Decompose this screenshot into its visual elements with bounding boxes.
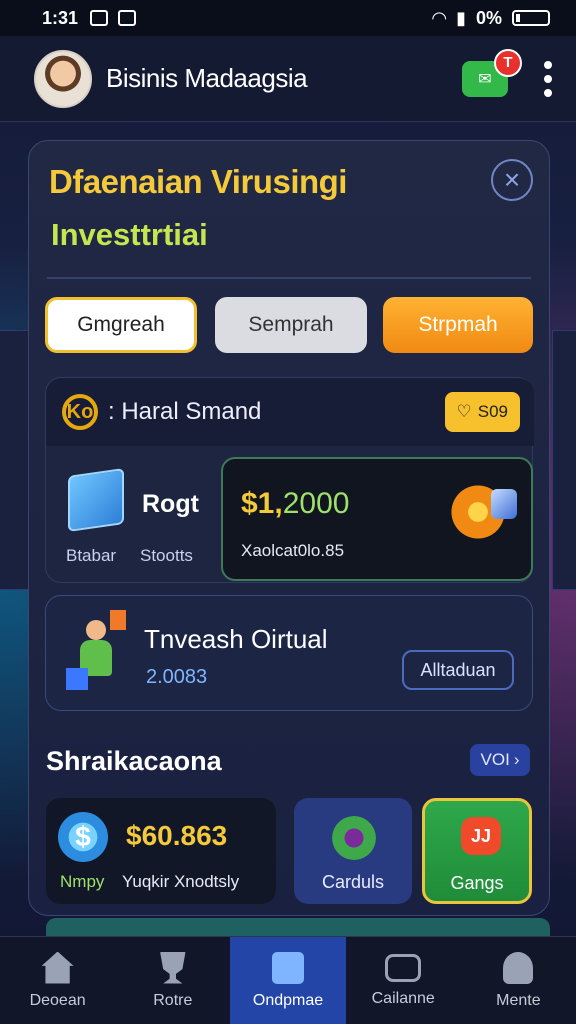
app-bar: Bisinis Madaagsia ✉ T — [0, 36, 576, 122]
nav-label: Ondpmae — [252, 991, 324, 1009]
signal-icon: ▮ — [456, 7, 466, 28]
nav-label: Cailanne — [371, 989, 435, 1007]
close-icon: × — [503, 164, 521, 195]
gangs-label: Gangs — [450, 873, 504, 893]
chat-bubble-icon: JJ — [461, 817, 501, 855]
nav-item-mente[interactable]: Mente — [461, 937, 576, 1024]
notification-badge: T — [494, 48, 522, 77]
cog-icon — [332, 816, 376, 860]
asset-sub-2: Stootts — [140, 546, 193, 565]
nav-item-rotre[interactable]: Rotre — [115, 937, 230, 1024]
favorite-pill[interactable]: ♡ S09 — [444, 392, 520, 432]
chevron-right-icon: › — [513, 750, 520, 769]
status-time: 1:31 — [42, 7, 79, 28]
summary-card-cards[interactable]: Carduls — [294, 798, 412, 904]
cards-label: Carduls — [321, 872, 385, 892]
favorite-value: S09 — [477, 402, 508, 421]
nav-label: Deoean — [29, 991, 86, 1009]
investment-title: Tnveash Oirtual — [144, 624, 328, 654]
heart-icon: ♡ — [456, 402, 472, 421]
summary-card-balance[interactable]: $ $60.863 Nmpy Yuqkir Xnodtsly — [46, 798, 276, 904]
panel-subtitle: Investtrtiai — [51, 217, 208, 252]
dollar-icon: $ — [58, 812, 108, 862]
nav-item-cailanne[interactable]: Cailanne — [346, 937, 461, 1024]
info-label: : Haral Smand — [108, 398, 262, 425]
nav-label: Rotre — [153, 991, 193, 1009]
user-icon — [503, 951, 534, 984]
close-button[interactable]: × — [491, 159, 533, 201]
notification-icon — [118, 10, 137, 26]
home-icon — [41, 951, 74, 984]
list-icon — [272, 951, 304, 984]
battery-percent: 0% — [475, 7, 502, 28]
summary-label-b: Yuqkir Xnodtsly — [122, 872, 240, 891]
building-left — [0, 330, 30, 590]
investment-card: Tnveash Oirtual 2.0083 Alltaduan — [45, 595, 533, 711]
cube-icon — [68, 468, 124, 532]
bottom-nav: Deoean Rotre Ondpmae Cailanne Mente — [0, 936, 576, 1024]
section-view-button[interactable]: VOI › — [470, 744, 530, 776]
summary-label-a: Nmpy — [60, 872, 105, 891]
investor-icon — [66, 610, 130, 694]
wifi-icon: ◠ — [432, 7, 447, 28]
chat-icon — [385, 953, 422, 982]
balance-value: $1,2000 — [241, 487, 349, 521]
summary-value: $60.863 — [126, 820, 228, 851]
app-title: Bisinis Madaagsia — [106, 63, 308, 93]
investment-value: 2.0083 — [146, 666, 208, 688]
screenshot-icon — [90, 10, 109, 26]
next-card-peek — [46, 918, 550, 938]
balance-value-main: $1, — [241, 487, 283, 520]
status-bar: 1:31 ◠ ▮ 0% — [0, 0, 576, 36]
balance-card[interactable]: $1,2000 Xaolcat0lo.85 — [221, 457, 533, 581]
asset-sub-1: Btabar — [66, 546, 117, 565]
coin-stack-icon — [447, 481, 517, 543]
nav-item-home[interactable]: Deoean — [0, 937, 115, 1024]
divider — [47, 277, 531, 279]
more-menu-icon[interactable] — [544, 60, 552, 97]
section-title: Shraikacaona — [46, 746, 222, 776]
asset-label: Rogt — [142, 490, 199, 518]
info-header: Ko : Haral Smand ♡ S09 — [46, 378, 534, 446]
message-icon: ✉ — [478, 70, 492, 88]
messages-button[interactable]: ✉ T — [462, 48, 522, 97]
balance-sub: Xaolcat0lo.85 — [241, 541, 345, 560]
nav-item-ondpmae[interactable]: Ondpmae — [230, 937, 346, 1024]
nav-label: Mente — [496, 991, 541, 1009]
coin-icon: Ko — [62, 394, 98, 430]
trophy-icon — [159, 951, 186, 984]
avatar[interactable] — [34, 49, 92, 108]
summary-card-gangs[interactable]: JJ Gangs — [422, 798, 532, 904]
tab-strpmah[interactable]: Strpmah — [383, 297, 533, 353]
investment-button[interactable]: Alltaduan — [402, 650, 514, 690]
tab-gmgreah[interactable]: Gmgreah — [45, 297, 197, 353]
panel-title: Dfaenaian Virusingi — [49, 163, 347, 200]
tab-semprah[interactable]: Semprah — [215, 297, 367, 353]
building-right — [552, 330, 576, 590]
section-view-label: VOI — [480, 750, 510, 769]
battery-icon — [512, 10, 550, 26]
balance-value-rest: 2000 — [282, 487, 350, 520]
